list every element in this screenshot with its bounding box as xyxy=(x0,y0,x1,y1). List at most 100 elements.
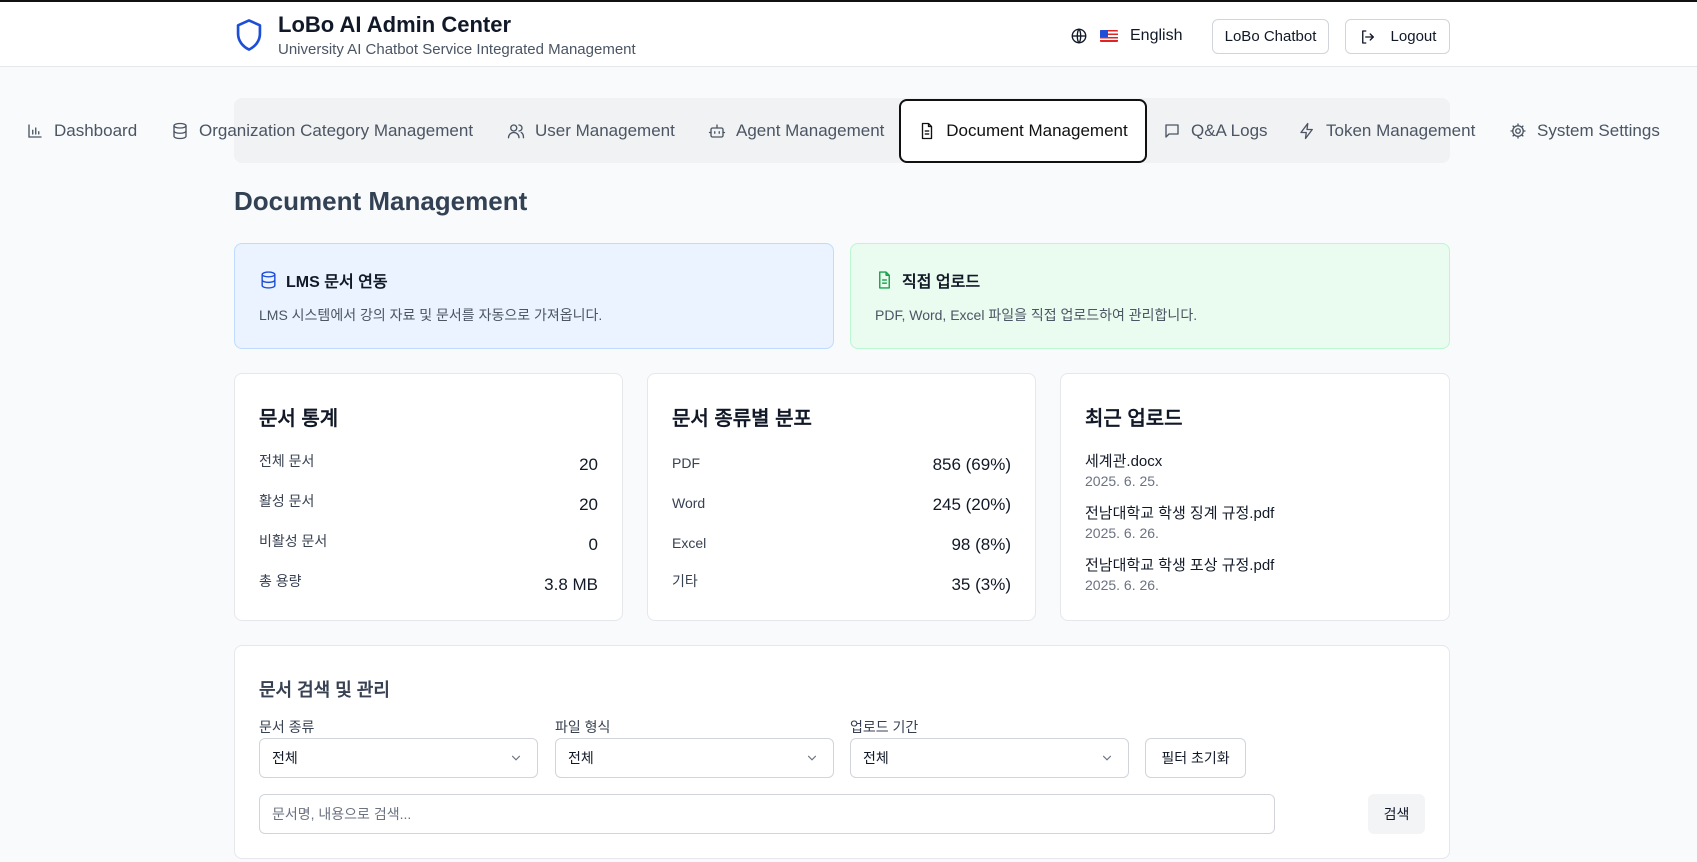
stat-value: 20 xyxy=(579,455,598,474)
distribution-row: 기타 35 (3%) xyxy=(672,571,1011,595)
reset-filters-button[interactable]: 필터 초기화 xyxy=(1145,738,1246,778)
tab-agent-management[interactable]: Agent Management xyxy=(708,100,884,162)
brand: LoBo AI Admin Center University AI Chatb… xyxy=(234,10,636,60)
stat-row: 전체 문서 20 xyxy=(259,451,598,475)
recent-upload-name: 전남대학교 학생 징계 규정.pdf xyxy=(1085,505,1275,522)
distribution-value: 35 (3%) xyxy=(951,575,1011,594)
stat-label: 총 용량 xyxy=(259,573,302,589)
app-title: LoBo AI Admin Center xyxy=(278,12,512,37)
file-text-icon xyxy=(922,122,933,140)
recent-upload-name: 세계관.docx xyxy=(1085,453,1163,470)
document-type-select[interactable]: 전체 xyxy=(259,738,538,778)
distribution-label: 기타 xyxy=(672,573,698,589)
chevron-down-icon xyxy=(1102,755,1112,761)
distribution-label: Excel xyxy=(672,535,707,551)
tab-label: Token Management xyxy=(1326,121,1476,140)
file-format-select[interactable]: 전체 xyxy=(555,738,834,778)
search-button-label: 검색 xyxy=(1383,806,1410,822)
distribution-value: 245 (20%) xyxy=(932,495,1011,514)
database-icon xyxy=(261,271,276,289)
tab-token-management[interactable]: Token Management xyxy=(1298,100,1475,162)
app-subtitle: University AI Chatbot Service Integrated… xyxy=(278,41,636,58)
recent-upload-date: 2025. 6. 26. xyxy=(1085,577,1159,593)
tab-label: Organization Category Management xyxy=(199,121,474,140)
recent-upload-name: 전남대학교 학생 포상 규정.pdf xyxy=(1085,557,1275,574)
reset-filters-label: 필터 초기화 xyxy=(1161,750,1230,766)
tab-label: Dashboard xyxy=(54,121,138,140)
page-title: Document Management xyxy=(234,186,528,216)
distribution-value: 856 (69%) xyxy=(932,455,1011,474)
stat-label: 전체 문서 xyxy=(259,453,315,469)
lms-integration-banner[interactable]: LMS 문서 연동 LMS 시스템에서 강의 자료 및 문서를 자동으로 가져옵… xyxy=(234,243,834,349)
card-title: 문서 통계 xyxy=(259,408,339,430)
document-stats-card: 문서 통계 전체 문서 20 활성 문서 20 비활성 문서 0 총 용량 3.… xyxy=(234,373,623,621)
message-square-icon xyxy=(1165,124,1179,138)
tab-label: User Management xyxy=(535,121,675,140)
card-title: 문서 종류별 분포 xyxy=(672,408,812,430)
stat-label: 활성 문서 xyxy=(259,493,315,509)
distribution-row: PDF 856 (69%) xyxy=(672,451,1011,475)
document-type-distribution-card: 문서 종류별 분포 PDF 856 (69%) Word 245 (20%) E… xyxy=(647,373,1036,621)
users-icon xyxy=(507,124,525,139)
tab-qa-logs[interactable]: Q&A Logs xyxy=(1163,100,1268,162)
recent-upload-item[interactable]: 세계관.docx 2025. 6. 25. xyxy=(1085,452,1162,490)
recent-upload-item[interactable]: 전남대학교 학생 포상 규정.pdf 2025. 6. 26. xyxy=(1085,556,1274,594)
chevron-down-icon xyxy=(511,755,521,761)
recent-upload-date: 2025. 6. 25. xyxy=(1085,473,1159,489)
stat-value: 0 xyxy=(588,535,598,554)
app-header: LoBo AI Admin Center University AI Chatb… xyxy=(0,2,1697,67)
card-title: 최근 업로드 xyxy=(1085,408,1183,430)
lms-banner-title: LMS 문서 연동 xyxy=(286,274,388,291)
stat-label: 비활성 문서 xyxy=(259,533,328,549)
tab-dashboard[interactable]: Dashboard xyxy=(26,100,137,162)
search-button[interactable]: 검색 xyxy=(1368,794,1425,834)
language-selector[interactable]: English xyxy=(1070,22,1182,50)
lobo-chatbot-button[interactable]: LoBo Chatbot xyxy=(1212,19,1329,54)
tab-label: System Settings xyxy=(1537,121,1660,140)
lms-banner-title-row: LMS 문서 연동 xyxy=(259,268,388,292)
chevron-down-icon xyxy=(807,755,817,761)
zap-icon xyxy=(1300,122,1313,140)
upload-banner-title: 직접 업로드 xyxy=(902,274,981,291)
globe-icon xyxy=(1071,28,1087,44)
recent-upload-date: 2025. 6. 26. xyxy=(1085,525,1159,541)
lobo-chatbot-label: LoBo Chatbot xyxy=(1224,28,1317,45)
select-value: 전체 xyxy=(272,750,298,766)
shield-icon xyxy=(236,19,262,51)
distribution-value: 98 (8%) xyxy=(951,535,1011,554)
tab-organization-category[interactable]: Organization Category Management xyxy=(171,100,473,162)
database-icon xyxy=(173,122,187,140)
stat-row: 활성 문서 20 xyxy=(259,491,598,515)
upload-period-filter-label: 업로드 기간 xyxy=(850,719,919,735)
tab-user-management[interactable]: User Management xyxy=(507,100,675,162)
tab-system-settings[interactable]: System Settings xyxy=(1509,100,1660,162)
upload-banner-title-row: 직접 업로드 xyxy=(875,268,980,292)
upload-period-select[interactable]: 전체 xyxy=(850,738,1129,778)
upload-banner-description: PDF, Word, Excel 파일을 직접 업로드하여 관리합니다. xyxy=(875,307,1198,323)
select-value: 전체 xyxy=(863,750,889,766)
file-format-filter-label: 파일 형식 xyxy=(555,719,611,735)
document-search-panel: 문서 검색 및 관리 문서 종류 전체 파일 형식 전체 업로드 기간 전체 필… xyxy=(234,645,1450,859)
direct-upload-banner[interactable]: 직접 업로드 PDF, Word, Excel 파일을 직접 업로드하여 관리합… xyxy=(850,243,1450,349)
tab-label: Document Management xyxy=(946,121,1128,140)
search-input[interactable] xyxy=(259,794,1275,834)
stat-value: 3.8 MB xyxy=(544,575,598,594)
distribution-row: Excel 98 (8%) xyxy=(672,531,1011,555)
lms-banner-description: LMS 시스템에서 강의 자료 및 문서를 자동으로 가져옵니다. xyxy=(259,307,603,323)
language-label: English xyxy=(1130,27,1183,44)
distribution-label: Word xyxy=(672,495,706,511)
recent-uploads-card: 최근 업로드 세계관.docx 2025. 6. 25. 전남대학교 학생 징계… xyxy=(1060,373,1450,621)
tab-label: Q&A Logs xyxy=(1191,121,1268,140)
tab-document-management[interactable]: Document Management xyxy=(899,99,1147,163)
logout-label: Logout xyxy=(1390,28,1437,45)
gear-icon xyxy=(1510,123,1526,139)
tab-label: Agent Management xyxy=(736,121,885,140)
select-value: 전체 xyxy=(568,750,594,766)
stat-row: 총 용량 3.8 MB xyxy=(259,571,598,595)
file-text-icon xyxy=(879,271,890,289)
distribution-row: Word 245 (20%) xyxy=(672,491,1011,515)
logout-button[interactable]: Logout xyxy=(1345,19,1450,54)
recent-upload-item[interactable]: 전남대학교 학생 징계 규정.pdf 2025. 6. 26. xyxy=(1085,504,1274,542)
bar-chart-icon xyxy=(28,124,42,138)
stat-value: 20 xyxy=(579,495,598,514)
